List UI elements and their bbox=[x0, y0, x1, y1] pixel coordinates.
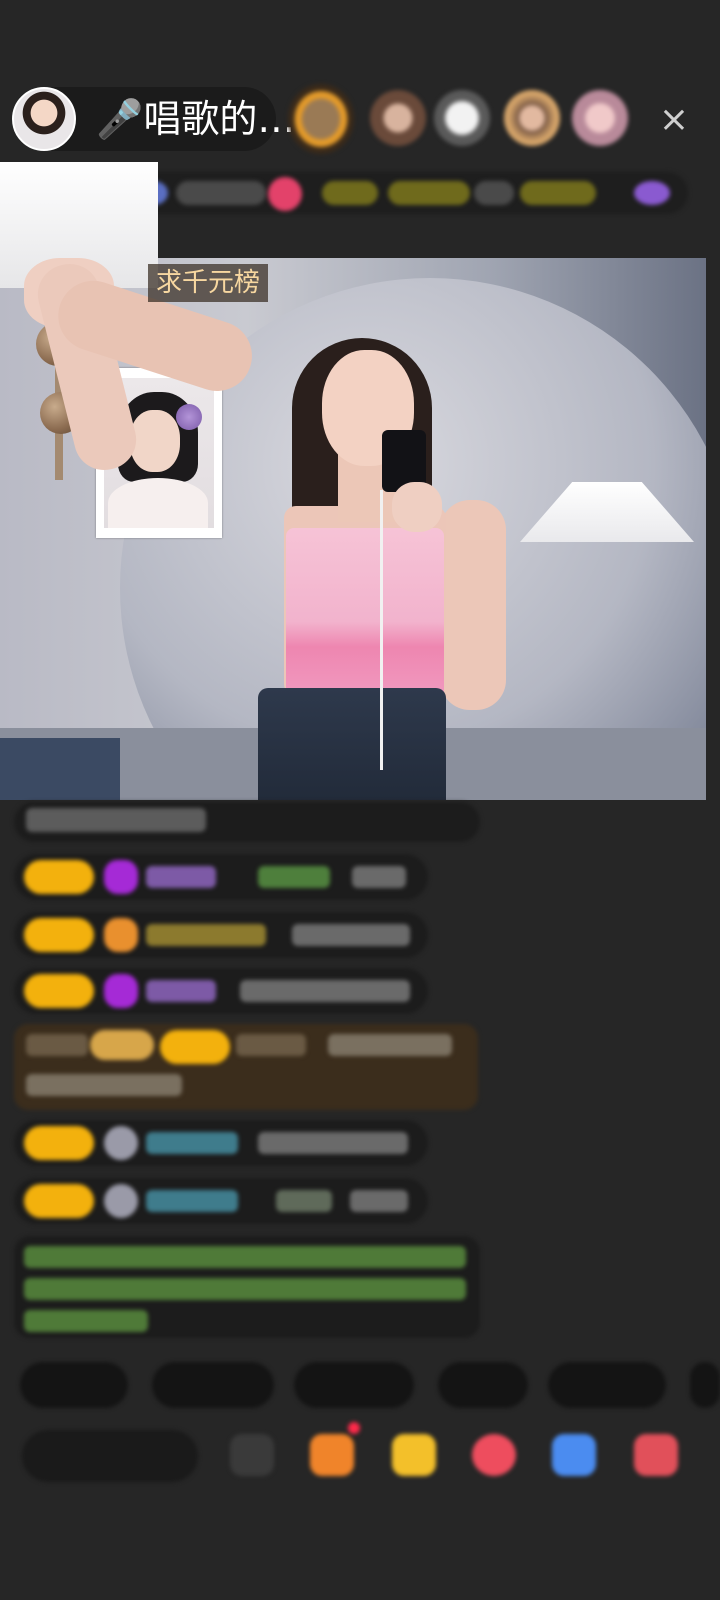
level-badge bbox=[24, 974, 94, 1008]
singer-arm bbox=[440, 500, 506, 710]
notification-dot bbox=[348, 1422, 360, 1434]
level-badge bbox=[24, 860, 94, 894]
info-chip bbox=[634, 181, 670, 205]
viewer-avatar[interactable] bbox=[370, 90, 426, 146]
gem-icon bbox=[104, 1184, 138, 1218]
viewer-avatar[interactable] bbox=[434, 90, 490, 146]
chat-text bbox=[352, 866, 406, 888]
quick-reply[interactable] bbox=[152, 1362, 274, 1408]
chat-text bbox=[350, 1190, 408, 1212]
singer-jeans bbox=[258, 688, 446, 800]
chat-text bbox=[240, 980, 410, 1002]
comment-input[interactable] bbox=[22, 1430, 198, 1482]
chat-text bbox=[328, 1034, 452, 1056]
level-badge bbox=[24, 918, 94, 952]
emoji-icon[interactable] bbox=[230, 1434, 274, 1476]
info-chip bbox=[176, 181, 266, 205]
chat-text bbox=[26, 1074, 182, 1096]
activity-icon[interactable] bbox=[472, 1434, 516, 1476]
chat-text bbox=[146, 866, 216, 888]
chat-text bbox=[26, 808, 206, 832]
notice-text bbox=[24, 1246, 466, 1268]
info-chip bbox=[474, 181, 514, 205]
level-badge bbox=[24, 1184, 94, 1218]
gift-icon[interactable] bbox=[392, 1434, 436, 1476]
stream-banner: 求千元榜 bbox=[148, 264, 269, 302]
info-chip bbox=[520, 181, 596, 205]
chat-text bbox=[258, 1132, 408, 1154]
viewer-avatar[interactable] bbox=[504, 90, 560, 146]
singer-top bbox=[286, 528, 444, 698]
photo-flower bbox=[176, 404, 202, 430]
gem-icon bbox=[104, 1126, 138, 1160]
notice-text bbox=[24, 1310, 148, 1332]
info-chip bbox=[388, 181, 470, 205]
chat-text bbox=[26, 1034, 88, 1056]
quick-reply[interactable] bbox=[548, 1362, 666, 1408]
floor-rug bbox=[0, 738, 120, 800]
info-chip bbox=[268, 177, 302, 211]
chat-text bbox=[146, 1190, 238, 1212]
chat-text bbox=[276, 1190, 332, 1212]
quick-reply[interactable] bbox=[20, 1362, 128, 1408]
host-avatar[interactable] bbox=[12, 87, 76, 151]
viewer-avatar[interactable] bbox=[572, 90, 628, 146]
level-badge bbox=[24, 1126, 94, 1160]
chat-text bbox=[146, 924, 266, 946]
earphone-cable bbox=[380, 490, 383, 770]
close-button[interactable]: × bbox=[654, 100, 694, 140]
quick-reply[interactable] bbox=[438, 1362, 528, 1408]
gem-icon bbox=[104, 860, 138, 894]
info-chip bbox=[322, 181, 378, 205]
chat-text bbox=[90, 1030, 154, 1060]
photo-face bbox=[130, 410, 180, 472]
level-badge bbox=[160, 1030, 230, 1064]
singer-hand bbox=[392, 482, 442, 532]
gem-icon bbox=[104, 918, 138, 952]
notice-text bbox=[24, 1278, 466, 1300]
more-icon[interactable] bbox=[634, 1434, 678, 1476]
chat-text bbox=[258, 866, 330, 888]
quick-reply[interactable] bbox=[690, 1362, 720, 1408]
quick-reply[interactable] bbox=[294, 1362, 414, 1408]
shop-icon[interactable] bbox=[310, 1434, 354, 1476]
chat-text bbox=[146, 1132, 238, 1154]
chat-text bbox=[236, 1034, 306, 1056]
viewer-avatar[interactable] bbox=[288, 84, 354, 154]
chat-text bbox=[146, 980, 216, 1002]
host-title[interactable]: 🎤唱歌的… bbox=[96, 97, 295, 141]
close-icon: × bbox=[658, 99, 690, 140]
photo-shoulder bbox=[108, 478, 208, 528]
game-icon[interactable] bbox=[552, 1434, 596, 1476]
chat-text bbox=[292, 924, 410, 946]
gem-icon bbox=[104, 974, 138, 1008]
